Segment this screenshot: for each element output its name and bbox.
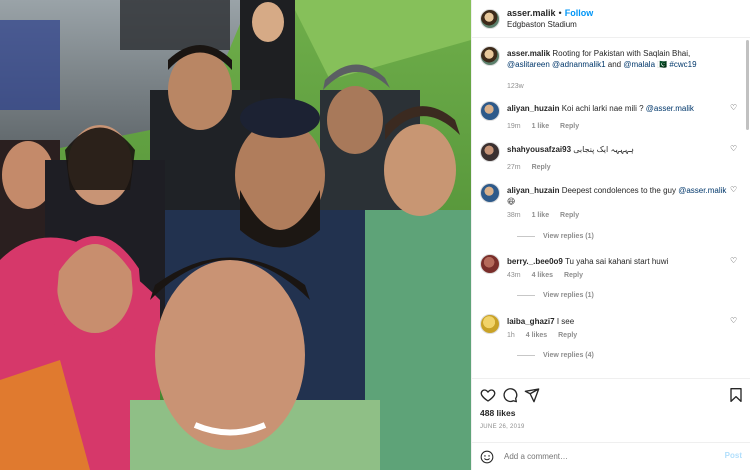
scrollbar-thumb[interactable] (746, 40, 749, 130)
comment-body: ہہہہہ ایک پنجابی (573, 145, 634, 154)
comment-username[interactable]: shahyousafzai93 (507, 145, 571, 154)
emoji-icon[interactable] (480, 450, 494, 464)
author-username[interactable]: asser.malik (507, 8, 556, 18)
caption: asser.malik Rooting for Pakistan with Sa… (480, 46, 746, 90)
replies-divider (517, 354, 535, 356)
like-comment-icon[interactable]: ♡ (730, 104, 738, 112)
comment-time: 43m (507, 272, 521, 279)
post-details-panel: asser.malik • Follow Edgbaston Stadium ass… (471, 0, 750, 470)
comment-time: 38m (507, 212, 521, 219)
comment-item: berry._.bee0o9 Tu yaha sai kahani start … (480, 254, 746, 304)
mention-link[interactable]: @malala (623, 60, 655, 69)
comments-scrollbar[interactable] (746, 40, 749, 340)
avatar[interactable] (480, 142, 500, 162)
comment-icon[interactable] (502, 387, 518, 403)
comment-text: laiba_ghazi7 I see (507, 316, 734, 327)
caption-text: asser.malik Rooting for Pakistan with Sa… (507, 48, 734, 70)
post-photo[interactable] (0, 0, 471, 470)
view-replies-label: View replies (1) (543, 292, 594, 299)
comment-time: 1h (507, 332, 515, 339)
comment-emoji: 😆 (507, 197, 516, 206)
add-comment-bar: Post (472, 442, 750, 471)
comment-time: 19m (507, 123, 521, 130)
comment-text: shahyousafzai93 ہہہہہ ایک پنجابی (507, 144, 734, 155)
comment-body: I see (556, 317, 575, 326)
reply-button[interactable]: Reply (558, 332, 577, 339)
share-icon[interactable] (524, 387, 540, 403)
comment-item: aliyan_huzain Koi achi larki nae mili ? … (480, 101, 746, 131)
caption-part: and (605, 60, 624, 69)
comment-username[interactable]: berry._.bee0o9 (507, 257, 563, 266)
avatar[interactable] (480, 46, 500, 66)
comment-item: laiba_ghazi7 I see ♡ 1h 4 likes Reply Vi… (480, 314, 746, 364)
comment-body: Tu yaha sai kahani start huwi (564, 257, 669, 266)
comment-meta: 1h 4 likes Reply (507, 332, 586, 339)
reply-button[interactable]: Reply (564, 272, 583, 279)
avatar[interactable] (480, 9, 500, 29)
avatar[interactable] (480, 101, 500, 121)
caption-meta: 123w (507, 83, 533, 90)
hashtag-link[interactable]: #cwc19 (669, 60, 696, 69)
comment-text: berry._.bee0o9 Tu yaha sai kahani start … (507, 256, 734, 267)
view-replies-label: View replies (4) (543, 352, 594, 359)
comment-meta: 19m 1 like Reply (507, 123, 588, 130)
view-replies-label: View replies (1) (543, 233, 594, 240)
replies-divider (517, 294, 535, 296)
caption-username[interactable]: asser.malik (507, 49, 550, 58)
mention-link[interactable]: @asser.malik (646, 104, 694, 113)
comment-input[interactable] (502, 451, 686, 462)
view-replies-button[interactable]: View replies (1) (517, 233, 594, 240)
avatar[interactable] (480, 314, 500, 334)
comment-time: 27m (507, 164, 521, 171)
comment-meta: 27m Reply (507, 164, 560, 171)
mention-link[interactable]: @aslitareen (507, 60, 550, 69)
bookmark-icon[interactable] (728, 387, 744, 403)
comment-username[interactable]: laiba_ghazi7 (507, 317, 555, 326)
likes-count[interactable]: 488 likes (480, 408, 515, 418)
post-header: asser.malik • Follow Edgbaston Stadium (472, 0, 750, 38)
location-link[interactable]: Edgbaston Stadium (507, 20, 577, 29)
comment-likes[interactable]: 4 likes (532, 272, 553, 279)
avatar[interactable] (480, 254, 500, 274)
comment-username[interactable]: aliyan_huzain (507, 104, 559, 113)
like-comment-icon[interactable]: ♡ (730, 186, 738, 194)
comment-item: aliyan_huzain Deepest condolences to the… (480, 183, 746, 243)
reply-button[interactable]: Reply (532, 164, 551, 171)
header-user-line: asser.malik • Follow (507, 8, 593, 18)
comment-username[interactable]: aliyan_huzain (507, 186, 559, 195)
comment-likes[interactable]: 4 likes (526, 332, 547, 339)
mention-link[interactable]: @asser.malik (678, 186, 726, 195)
reply-button[interactable]: Reply (560, 123, 579, 130)
instagram-post: asser.malik • Follow Edgbaston Stadium ass… (0, 0, 750, 470)
mention-link[interactable]: @adnanmalik1 (552, 60, 605, 69)
like-comment-icon[interactable]: ♡ (730, 145, 738, 153)
comment-meta: 43m 4 likes Reply (507, 272, 592, 279)
heart-icon[interactable] (480, 387, 496, 403)
avatar[interactable] (480, 183, 500, 203)
comment-text: aliyan_huzain Koi achi larki nae mili ? … (507, 103, 734, 114)
caption-part: 🇵🇰 (655, 60, 670, 69)
comment-meta: 38m 1 like Reply (507, 212, 588, 219)
caption-part: Rooting for Pakistan with Saqlain Bhai, (552, 49, 691, 58)
comment-likes[interactable]: 1 like (532, 212, 550, 219)
view-replies-button[interactable]: View replies (4) (517, 352, 594, 359)
comment-body: Deepest condolences to the guy (561, 186, 679, 195)
reply-button[interactable]: Reply (560, 212, 579, 219)
comment-text: aliyan_huzain Deepest condolences to the… (507, 185, 734, 207)
caption-time: 123w (507, 83, 524, 90)
separator-dot: • (558, 8, 562, 18)
like-comment-icon[interactable]: ♡ (730, 317, 738, 325)
replies-divider (517, 235, 535, 237)
follow-button[interactable]: Follow (565, 8, 594, 18)
comment-item: shahyousafzai93 ہہہہہ ایک پنجابی ♡ 27m R… (480, 142, 746, 172)
selfie-photo (0, 0, 471, 470)
comment-likes[interactable]: 1 like (532, 123, 550, 130)
view-replies-button[interactable]: View replies (1) (517, 292, 594, 299)
like-comment-icon[interactable]: ♡ (730, 257, 738, 265)
comment-body: Koi achi larki nae mili ? (561, 104, 646, 113)
comments-list: asser.malik Rooting for Pakistan with Sa… (472, 38, 750, 378)
post-comment-button[interactable]: Post (725, 451, 742, 460)
post-date: JUNE 26, 2019 (480, 424, 525, 430)
